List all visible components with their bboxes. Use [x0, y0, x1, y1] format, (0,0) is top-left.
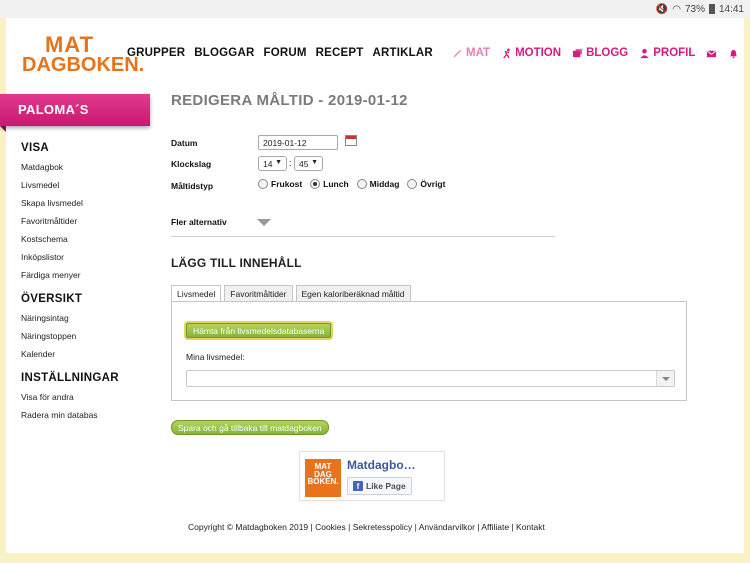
section-heading: LÄGG TILL INNEHÅLL [171, 256, 302, 270]
datum-label: Datum [171, 138, 198, 148]
sidebar-item-naringstoppen[interactable]: Näringstoppen [21, 327, 151, 345]
sidebar-item-visa-for-andra[interactable]: Visa för andra [21, 388, 151, 406]
battery-percent: 73% [684, 3, 705, 15]
nav-profil[interactable]: PROFIL [639, 47, 695, 59]
site-logo[interactable]: MAT DAGBOKEN. [22, 34, 144, 75]
tab-favoritmaltider[interactable]: Favoritmåltider [224, 285, 293, 301]
chevron-down-icon: ▼ [311, 159, 318, 166]
main-nav: GRUPPER BLOGGAR FORUM RECEPT ARTIKLAR [127, 47, 433, 59]
pencil-icon [452, 49, 462, 58]
sidebar-item-kostschema[interactable]: Kostschema [21, 230, 151, 248]
expand-arrow-icon[interactable] [257, 219, 271, 226]
nav-blogg[interactable]: BLOGG [572, 47, 628, 59]
mail-icon [707, 49, 717, 57]
mute-icon: 🔇 [655, 3, 669, 15]
facebook-icon: f [353, 481, 363, 491]
tab-livsmedel[interactable]: Livsmedel [171, 285, 222, 302]
clock: 14:41 [718, 3, 744, 15]
sidebar-item-kalender[interactable]: Kalender [21, 345, 151, 363]
sidebar-item-fardiga-menyer[interactable]: Färdiga menyer [21, 266, 151, 284]
radio-checked-icon[interactable] [310, 179, 321, 189]
sidebar: VISA Matdagbok Livsmedel Skapa livsmedel… [21, 142, 151, 433]
meal-type-group: Frukost Lunch Middag Övrigt [258, 179, 445, 189]
page-title: REDIGERA MÅLTID - 2019-01-12 [171, 92, 408, 109]
sidebar-heading: INSTÄLLNINGAR [21, 372, 119, 384]
blog-icon [572, 48, 583, 57]
footer-links[interactable]: Copyright © Matdagboken 2019 | Cookies |… [188, 522, 545, 532]
nav-artiklar[interactable]: ARTIKLAR [373, 47, 433, 59]
tab-egen-maltid[interactable]: Egen kaloriberäknad måltid [295, 285, 411, 301]
like-page-button[interactable]: f Like Page [347, 477, 412, 495]
chevron-down-icon: ▼ [275, 159, 282, 166]
radio-middag[interactable]: Middag [356, 179, 399, 189]
sidebar-item-radera-min-databas[interactable]: Radera min databas [21, 406, 151, 424]
hour-select[interactable]: 14 ▼ [258, 156, 287, 171]
notifications-button[interactable] [728, 48, 739, 59]
calendar-icon[interactable] [345, 135, 357, 146]
bell-icon [730, 49, 738, 58]
sidebar-item-favoritmaltider[interactable]: Favoritmåltider [21, 212, 151, 230]
nav-recept[interactable]: RECEPT [316, 47, 364, 59]
mina-livsmedel-label: Mina livsmedel: [186, 352, 245, 362]
klockslag-label: Klockslag [171, 159, 212, 169]
sidebar-group-installningar: INSTÄLLNINGAR Visa för andra Radera min … [21, 372, 151, 424]
sidebar-item-inkopslistor[interactable]: Inköpslistor [21, 248, 151, 266]
radio-lunch[interactable]: Lunch [310, 179, 349, 189]
mail-button[interactable] [706, 48, 717, 59]
radio-icon[interactable] [356, 179, 367, 189]
time-separator: : [289, 158, 292, 168]
user-icon [640, 48, 649, 58]
sidebar-item-matdagbok[interactable]: Matdagbok [21, 158, 151, 176]
maltidstyp-label: Måltidstyp [171, 181, 214, 191]
wifi-icon: ◠ [672, 3, 681, 15]
sidebar-item-naringsintag[interactable]: Näringsintag [21, 309, 151, 327]
fetch-database-button[interactable]: Hämta från livsmedelsdatabaserna [186, 323, 332, 338]
page-logo[interactable]: MAT DAG BOKEN. [305, 459, 341, 497]
minute-select[interactable]: 45 ▼ [294, 156, 323, 171]
user-nav: MAT MOTION BLOGG PROFIL [452, 47, 750, 59]
sidebar-heading: VISA [21, 142, 50, 154]
nav-grupper[interactable]: GRUPPER [127, 47, 185, 59]
content-tabs: Livsmedel Favoritmåltider Egen kaloriber… [171, 285, 411, 302]
nav-bloggar[interactable]: BLOGGAR [194, 47, 254, 59]
divider [171, 236, 555, 237]
more-options-toggle[interactable]: Fler alternativ [171, 217, 227, 227]
sidebar-group-visa: VISA Matdagbok Livsmedel Skapa livsmedel… [21, 142, 151, 284]
nav-forum[interactable]: FORUM [263, 47, 306, 59]
radio-ovrigt[interactable]: Övrigt [407, 179, 445, 189]
date-input[interactable]: 2019-01-12 [258, 135, 338, 150]
sidebar-item-livsmedel[interactable]: Livsmedel [21, 176, 151, 194]
radio-icon[interactable] [407, 179, 418, 189]
nav-mat[interactable]: MAT [452, 47, 490, 59]
battery-icon [708, 4, 715, 14]
radio-icon[interactable] [258, 179, 268, 189]
sidebar-group-oversikt: ÖVERSIKT Näringsintag Näringstoppen Kale… [21, 293, 151, 363]
running-icon [503, 47, 510, 58]
sidebar-heading: ÖVERSIKT [21, 293, 83, 305]
radio-frukost[interactable]: Frukost [258, 179, 302, 189]
sidebar-item-skapa-livsmedel[interactable]: Skapa livsmedel [21, 194, 151, 212]
mina-livsmedel-select[interactable] [186, 370, 675, 387]
chevron-down-icon[interactable] [656, 371, 674, 386]
save-and-return-button[interactable]: Spara och gå tillbaka till matdagboken [171, 420, 329, 435]
system-status-bar: 🔇 ◠ 73% 14:41 [0, 0, 750, 18]
nav-motion[interactable]: MOTION [501, 47, 561, 59]
page: MAT DAGBOKEN. GRUPPER BLOGGAR FORUM RECE… [0, 18, 744, 553]
facebook-page-widget: MAT DAG BOKEN. Matdagbo… f Like Page [299, 451, 445, 501]
user-ribbon: PALOMA´S [0, 94, 150, 132]
page-name-link[interactable]: Matdagbo… [347, 458, 416, 472]
